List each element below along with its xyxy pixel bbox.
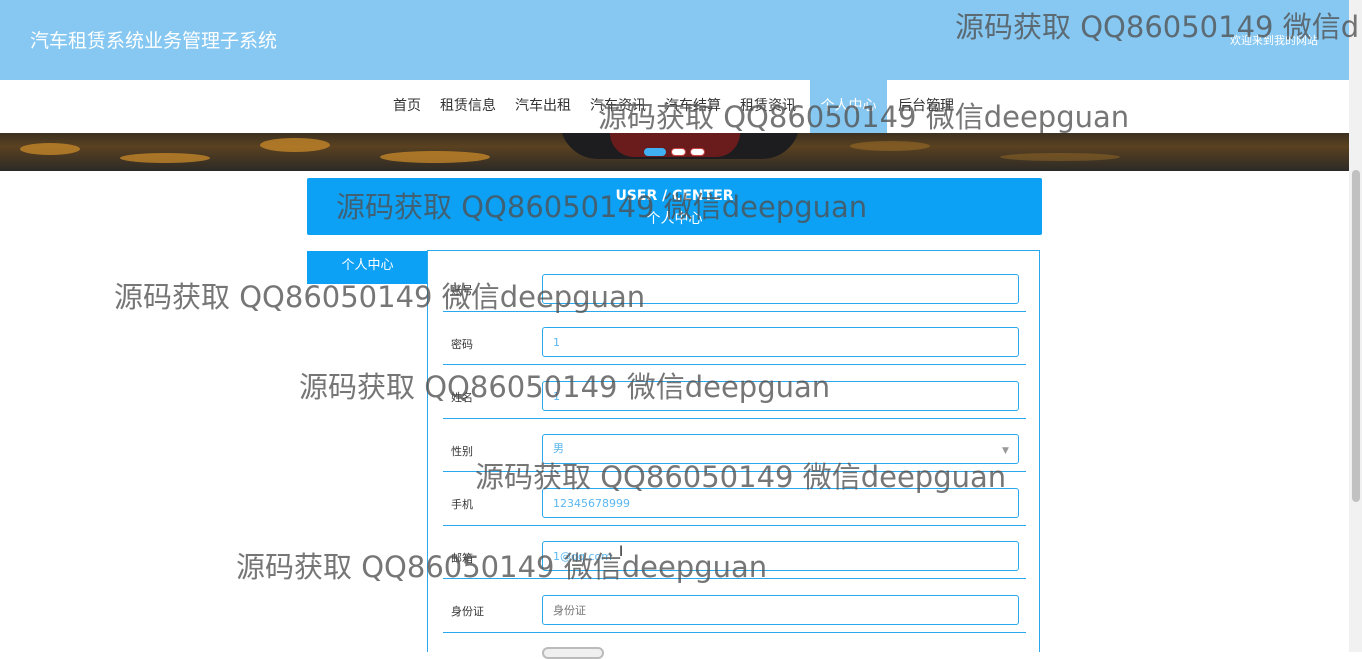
divider <box>443 632 1026 633</box>
carousel-dot[interactable] <box>690 148 705 156</box>
nav-item-rental-info[interactable]: 租赁信息 <box>440 80 496 133</box>
password-label: 密码 <box>451 338 473 351</box>
nav-item-home[interactable]: 首页 <box>393 80 421 133</box>
site-title: 汽车租赁系统业务管理子系统 <box>30 30 278 52</box>
idcard-label: 身份证 <box>451 605 484 618</box>
watermark-text: 源码获取 QQ86050149 微信deepguan <box>299 370 831 404</box>
watermark-text: 源码获取 QQ86050149 微信deepguan <box>475 460 1007 494</box>
divider <box>443 418 1026 419</box>
scrollbar-thumb[interactable] <box>1352 170 1360 502</box>
divider <box>443 525 1026 526</box>
watermark-text: 源码获取 QQ86050149 微信deepguan <box>598 100 1130 134</box>
password-field[interactable] <box>542 327 1019 357</box>
phone-label: 手机 <box>451 498 473 511</box>
carousel-dot-active[interactable] <box>644 148 666 156</box>
carousel-dot[interactable] <box>671 148 686 156</box>
watermark-text: 源码获取 QQ86050149 微信deepguan <box>236 550 768 584</box>
watermark-text: 源码获取 QQ86050149 微信d <box>955 10 1360 44</box>
watermark-text: 源码获取 QQ86050149 微信deepguan <box>114 280 646 314</box>
idcard-field[interactable] <box>542 595 1019 625</box>
upload-button[interactable] <box>542 647 604 659</box>
nav-item-car-rental[interactable]: 汽车出租 <box>515 80 571 133</box>
watermark-text: 源码获取 QQ86050149 微信deepguan <box>336 190 868 224</box>
gender-label: 性别 <box>451 445 473 458</box>
